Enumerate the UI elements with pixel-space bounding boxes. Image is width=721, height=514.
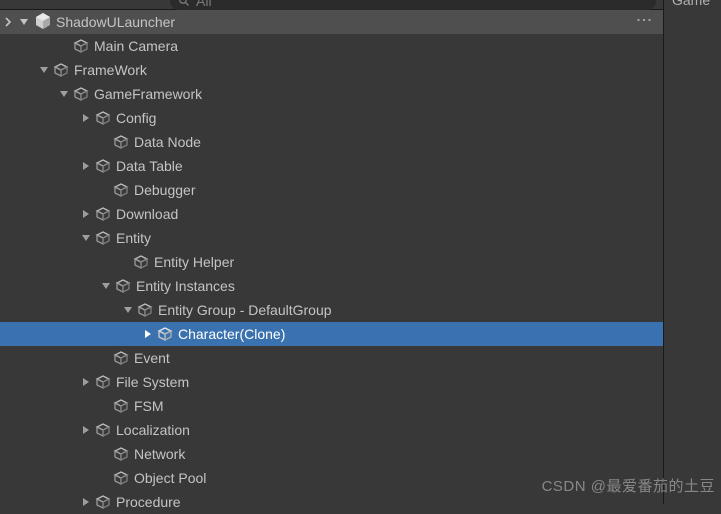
toggle-icon[interactable]: [142, 328, 154, 340]
gameobject-icon: [95, 230, 111, 246]
hierarchy-row[interactable]: Data Table: [0, 154, 663, 178]
gameobject-icon: [73, 38, 89, 54]
hierarchy-row[interactable]: GameFramework: [0, 82, 663, 106]
toggle-icon[interactable]: [4, 16, 16, 28]
hierarchy-row[interactable]: Object Pool: [0, 466, 663, 490]
toggle-icon[interactable]: [38, 64, 50, 76]
hierarchy-tree: Main Camera FrameWork GameFramework Conf…: [0, 34, 663, 514]
toggle-spacer: [98, 136, 110, 148]
hierarchy-row[interactable]: Download: [0, 202, 663, 226]
hierarchy-row[interactable]: Event: [0, 346, 663, 370]
unity-logo-icon: [34, 12, 52, 33]
toggle-icon[interactable]: [58, 88, 70, 100]
toggle-icon[interactable]: [80, 424, 92, 436]
hierarchy-row[interactable]: Localization: [0, 418, 663, 442]
toggle-spacer: [98, 448, 110, 460]
hierarchy-row[interactable]: Network: [0, 442, 663, 466]
hierarchy-row[interactable]: FrameWork: [0, 58, 663, 82]
hierarchy-row-label: Object Pool: [134, 470, 206, 486]
hierarchy-row-label: GameFramework: [94, 86, 202, 102]
hierarchy-row[interactable]: Main Camera: [0, 34, 663, 58]
gameobject-icon: [95, 494, 111, 510]
hierarchy-row-label: Procedure: [116, 494, 181, 510]
hierarchy-row[interactable]: Entity: [0, 226, 663, 250]
hierarchy-row[interactable]: FSM: [0, 394, 663, 418]
gameobject-icon: [95, 158, 111, 174]
toggle-icon[interactable]: [80, 208, 92, 220]
hierarchy-row-label: Config: [116, 110, 156, 126]
toggle-icon[interactable]: [80, 496, 92, 508]
hierarchy-row-label: Character(Clone): [178, 326, 285, 342]
hierarchy-row-label: Localization: [116, 422, 190, 438]
gameobject-icon: [73, 86, 89, 102]
toggle-spacer: [58, 40, 70, 52]
hierarchy-row[interactable]: Config: [0, 106, 663, 130]
toggle-icon[interactable]: [18, 16, 30, 28]
hierarchy-row[interactable]: Data Node: [0, 130, 663, 154]
gameobject-icon: [137, 302, 153, 318]
right-tab-label: Game: [672, 0, 710, 8]
toggle-spacer: [98, 352, 110, 364]
hierarchy-row-label: Entity Helper: [154, 254, 234, 270]
hierarchy-row-label: Main Camera: [94, 38, 178, 54]
toggle-spacer: [98, 184, 110, 196]
gameobject-icon: [95, 110, 111, 126]
gameobject-icon: [113, 398, 129, 414]
hierarchy-row-label: Entity: [116, 230, 151, 246]
gameobject-icon: [95, 206, 111, 222]
toggle-icon[interactable]: [80, 232, 92, 244]
hierarchy-row-label: Entity Instances: [136, 278, 235, 294]
hierarchy-row-label: Debugger: [134, 182, 196, 198]
gameobject-icon: [115, 278, 131, 294]
gameobject-icon: [95, 422, 111, 438]
toggle-icon[interactable]: [100, 280, 112, 292]
toggle-spacer: [118, 256, 130, 268]
search-placeholder: All: [196, 0, 212, 9]
hierarchy-row-label: Network: [134, 446, 185, 462]
more-menu-icon[interactable]: ⋮: [634, 12, 653, 26]
hierarchy-row-label: FrameWork: [74, 62, 147, 78]
gameobject-icon: [95, 374, 111, 390]
gameobject-icon: [157, 326, 173, 342]
hierarchy-row-label: Entity Group - DefaultGroup: [158, 302, 332, 318]
gameobject-icon: [113, 182, 129, 198]
toggle-icon[interactable]: [80, 160, 92, 172]
hierarchy-row[interactable]: Entity Instances: [0, 274, 663, 298]
gameobject-icon: [113, 470, 129, 486]
hierarchy-row[interactable]: Entity Group - DefaultGroup: [0, 298, 663, 322]
toggle-icon[interactable]: [122, 304, 134, 316]
scene-root-label: ShadowULauncher: [56, 14, 175, 30]
gameobject-icon: [53, 62, 69, 78]
hierarchy-row-label: Data Node: [134, 134, 201, 150]
hierarchy-row-label: File System: [116, 374, 189, 390]
hierarchy-row-label: Download: [116, 206, 178, 222]
hierarchy-search-input[interactable]: All: [170, 0, 656, 10]
hierarchy-row-label: FSM: [134, 398, 164, 414]
hierarchy-row-label: Data Table: [116, 158, 183, 174]
gameobject-icon: [113, 350, 129, 366]
toggle-icon[interactable]: [80, 376, 92, 388]
hierarchy-row[interactable]: Procedure: [0, 490, 663, 514]
gameobject-icon: [133, 254, 149, 270]
hierarchy-row[interactable]: Entity Helper: [0, 250, 663, 274]
hierarchy-row[interactable]: File System: [0, 370, 663, 394]
toggle-spacer: [98, 472, 110, 484]
toggle-icon[interactable]: [80, 112, 92, 124]
gameobject-icon: [113, 446, 129, 462]
gameobject-icon: [113, 134, 129, 150]
hierarchy-row[interactable]: Debugger: [0, 178, 663, 202]
scene-root-row[interactable]: ShadowULauncher ⋮: [0, 10, 663, 34]
toggle-spacer: [98, 400, 110, 412]
hierarchy-row-label: Event: [134, 350, 170, 366]
hierarchy-row[interactable]: Character(Clone): [0, 322, 663, 346]
search-icon: [178, 0, 190, 7]
